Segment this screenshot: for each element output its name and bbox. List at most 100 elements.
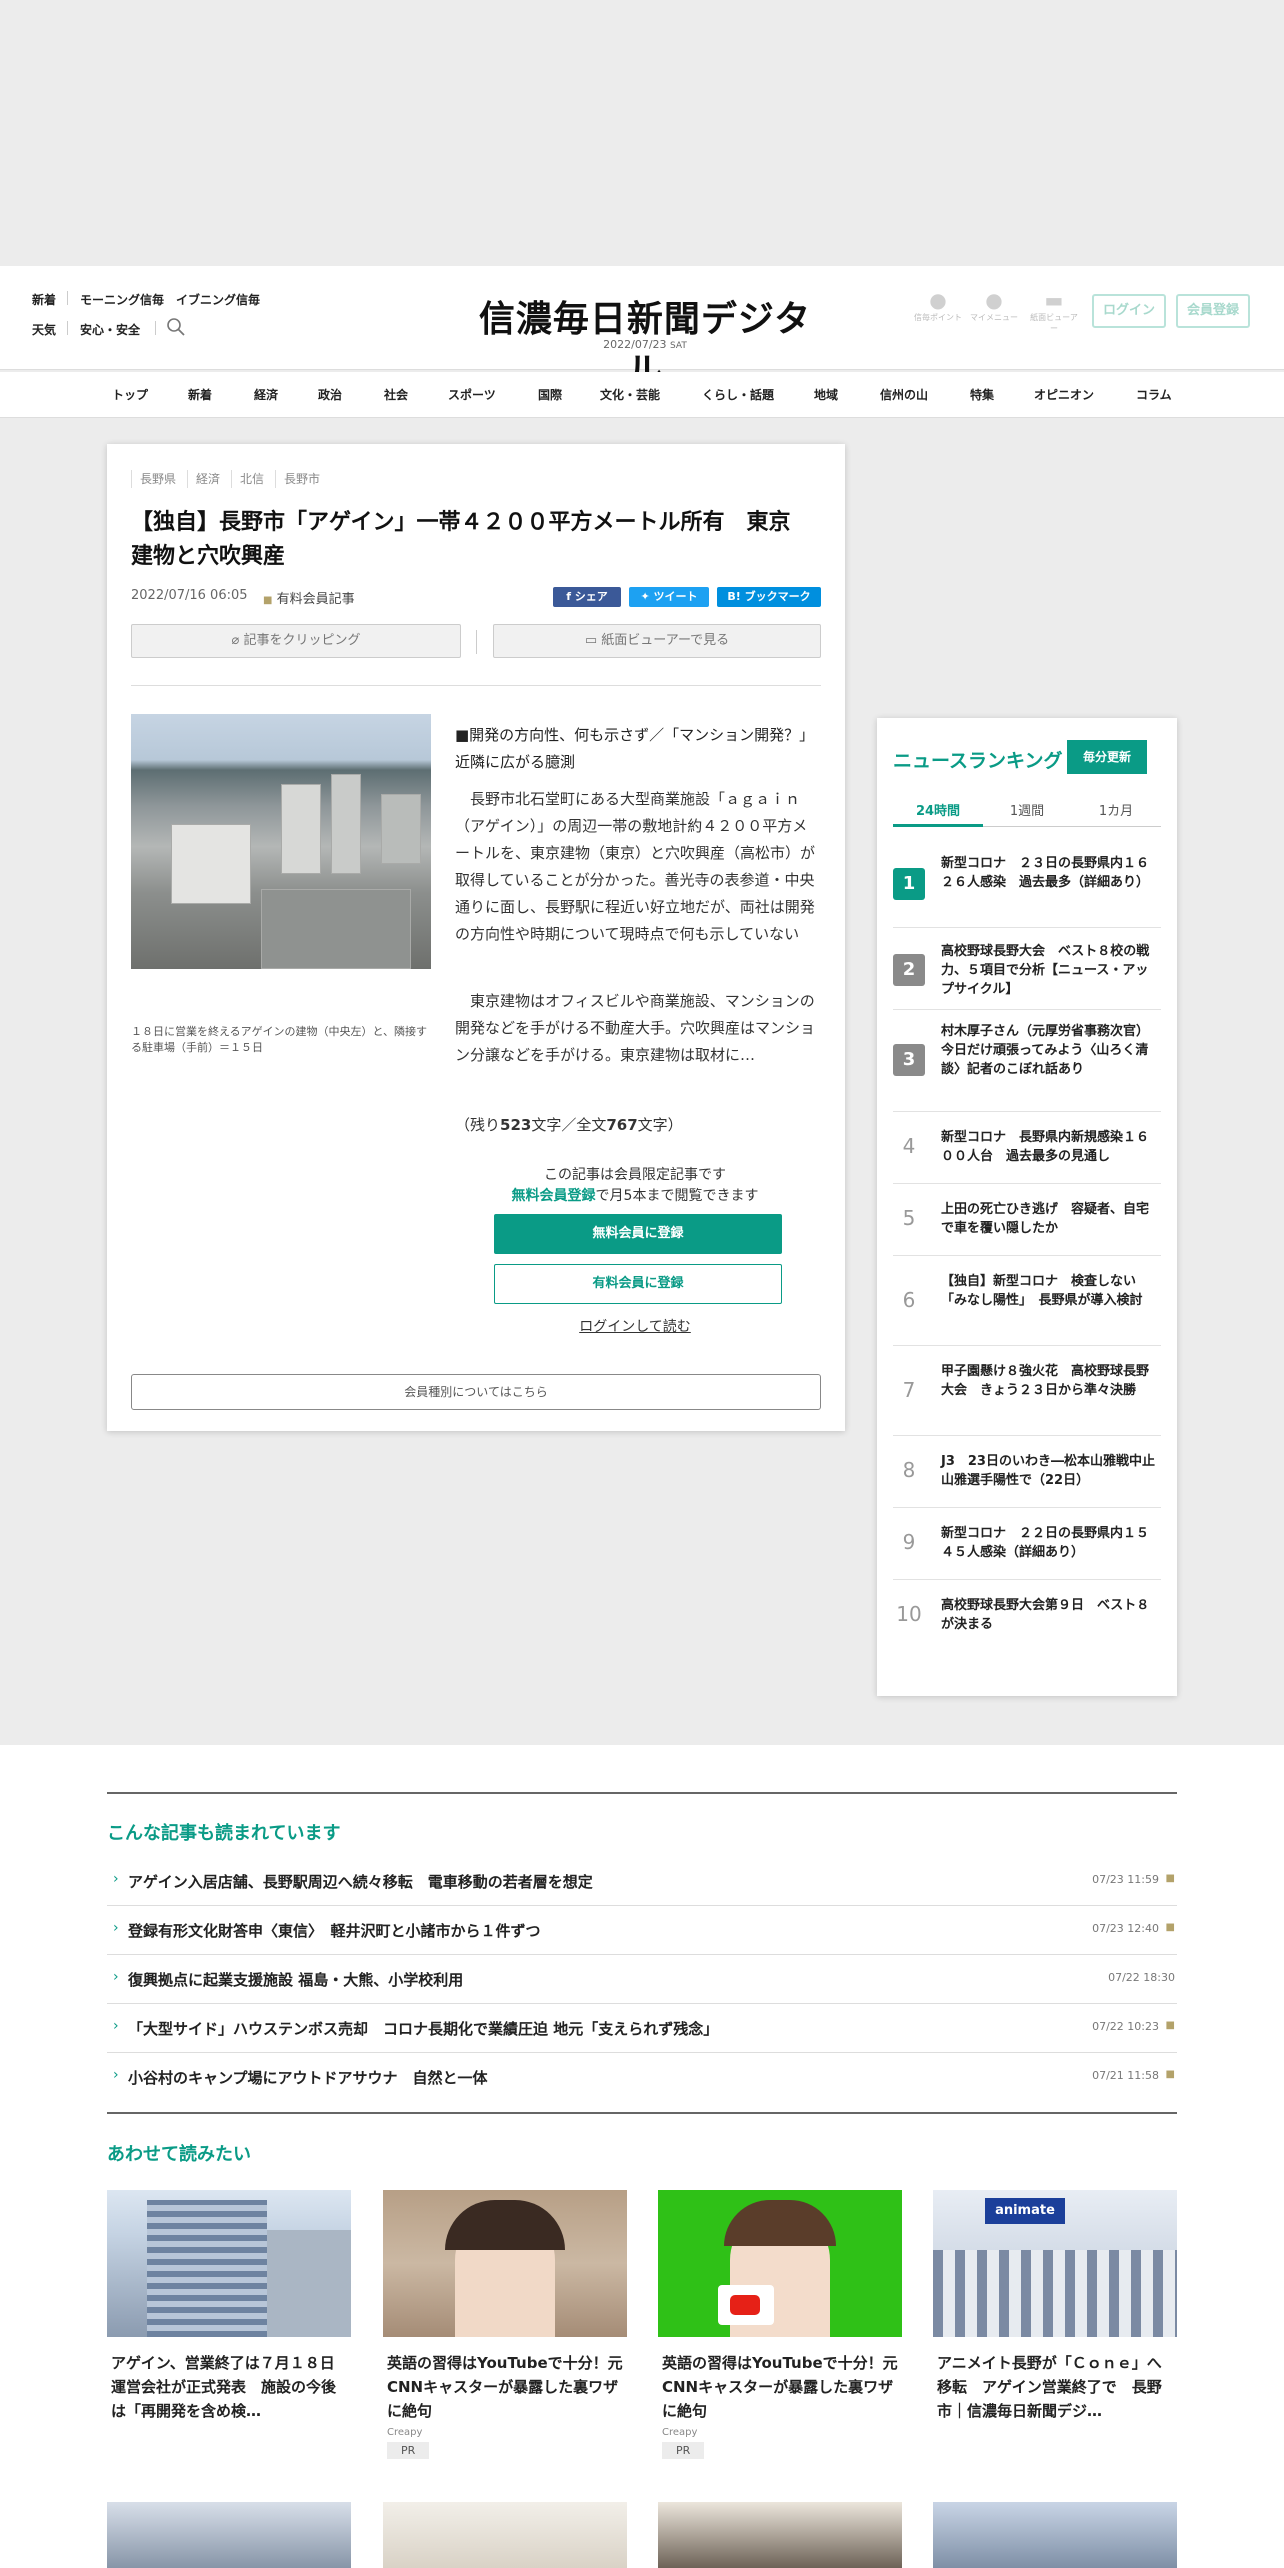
free-register-button[interactable]: 無料会員に登録	[494, 1214, 782, 1254]
ranking-headline[interactable]: J3 23日のいわき―松本山雅戦中止 山雅選手陽性で（22日）	[941, 1452, 1168, 1490]
card-image[interactable]	[658, 2190, 902, 2337]
nav-link-evening[interactable]: イブニング信毎	[176, 291, 260, 308]
recommend-card-ad[interactable]: 英語の習得はYouTubeで十分！元CNNキャスターが暴露した裏ワザに絶句 Cr…	[383, 2190, 627, 2459]
nav-link-latest[interactable]: 新着	[32, 291, 56, 308]
tag-economy[interactable]: 経済	[187, 470, 220, 488]
tag-nagano-pref[interactable]: 長野県	[131, 470, 176, 488]
card-headline[interactable]: 英語の習得はYouTubeで十分！元CNNキャスターが暴露した裏ワザに絶句	[383, 2351, 627, 2423]
ranking-headline[interactable]: 高校野球長野大会第９日 ベスト８が決まる	[941, 1596, 1155, 1634]
ranking-headline[interactable]: 高校野球長野大会 ベスト８校の戦力、５項目で分析【ニュース・アップサイクル】	[941, 942, 1155, 999]
also-read-item[interactable]: › 小谷村のキャンプ場にアウトドアサウナ 自然と一体 07/21 11:58 ■	[107, 2053, 1177, 2102]
ranking-headline[interactable]: 甲子園懸け８強火花 高校野球長野大会 きょう２３日から準々決勝	[941, 1362, 1155, 1400]
hatena-bookmark-button[interactable]: B! ブックマーク	[717, 587, 821, 607]
card-headline[interactable]: アニメイト長野が「Ｃｏｎｅ」へ移転 アゲイン営業終了で 長野市｜信濃毎日新聞デジ…	[933, 2351, 1177, 2423]
ranking-headline[interactable]: 村木厚子さん（元厚労省事務次官） 今日だけ頑張ってみよう〈山ろく清談〉記者のこぼ…	[941, 1022, 1156, 1079]
also-read-item[interactable]: › 登録有形文化財答申〈東信〉 軽井沢町と小諸市から１件ずつ 07/23 12:…	[107, 1906, 1177, 1955]
also-read-item[interactable]: › 「大型サイド」ハウステンボス売却 コロナ長期化で業績圧迫 地元「支えられず残…	[107, 2004, 1177, 2053]
card-image[interactable]: animate	[933, 2190, 1177, 2337]
divider	[107, 2112, 1177, 2114]
paper-viewer-button[interactable]: ▬ 紙面ビューアー	[1028, 288, 1080, 334]
nav-item-opinion[interactable]: オピニオン	[1034, 386, 1094, 403]
card-headline[interactable]: アゲイン、営業終了は７月１８日 運営会社が正式発表 施設の今後は「再開発を含め検…	[107, 2351, 351, 2423]
paper-viewer-link[interactable]: ▭ 紙面ビューアーで見る	[493, 624, 821, 658]
article-title: 【独自】長野市「アゲイン」一帯４２００平方メートル所有 東京建物と穴吹興産	[131, 510, 791, 569]
nav-link-morning[interactable]: モーニング信毎	[80, 291, 164, 308]
ranking-item[interactable]: 6 【独自】新型コロナ 検査しない「みなし陽性」 長野県が導入検討	[893, 1256, 1161, 1346]
nav-link-weather[interactable]: 天気	[32, 321, 56, 338]
ranking-headline[interactable]: 上田の死亡ひき逃げ 容疑者、自宅で車を覆い隠したか	[941, 1200, 1155, 1238]
tab-1week[interactable]: 1週間	[982, 800, 1072, 819]
ranking-item[interactable]: 10 高校野球長野大会第９日 ベスト８が決まる	[893, 1580, 1161, 1652]
also-read-item[interactable]: › アゲイン入居店舗、長野駅周辺へ続々移転 電車移動の若者層を想定 07/23 …	[107, 1857, 1177, 1906]
store-shelves	[933, 2250, 1177, 2337]
ranking-item[interactable]: 9 新型コロナ ２２日の長野県内１５４５人感染（詳細あり）	[893, 1508, 1161, 1580]
nav-item-top[interactable]: トップ	[112, 386, 148, 403]
tweet-button[interactable]: ✦ ツイート	[629, 587, 709, 607]
also-read-headline[interactable]: 「大型サイド」ハウステンボス売却 コロナ長期化で業績圧迫 地元「支えられず残念」	[128, 2018, 718, 2039]
login-to-read-link[interactable]: ログインして読む	[455, 1316, 815, 1336]
nav-item-features[interactable]: 特集	[970, 386, 994, 403]
divider	[476, 630, 477, 654]
ranking-item[interactable]: 2 高校野球長野大会 ベスト８校の戦力、５項目で分析【ニュース・アップサイクル】	[893, 928, 1161, 1010]
ranking-item[interactable]: 3 村木厚子さん（元厚労省事務次官） 今日だけ頑張ってみよう〈山ろく清談〉記者の…	[893, 1010, 1161, 1112]
also-read-headline[interactable]: 小谷村のキャンプ場にアウトドアサウナ 自然と一体	[128, 2067, 488, 2088]
search-icon[interactable]	[166, 317, 186, 337]
rank-number: 9	[902, 1530, 916, 1554]
lock-icon: ■	[1165, 1922, 1175, 1933]
card-image[interactable]	[658, 2502, 902, 2568]
nav-item-politics[interactable]: 政治	[318, 386, 342, 403]
ranking-headline[interactable]: 新型コロナ ２２日の長野県内１５４５人感染（詳細あり）	[941, 1524, 1155, 1562]
clip-article-button[interactable]: ⌀ 記事をクリッピング	[131, 624, 461, 658]
card-image[interactable]	[383, 2190, 627, 2337]
nav-item-international[interactable]: 国際	[538, 386, 562, 403]
ranking-item[interactable]: 1 新型コロナ ２３日の長野県内１６２６人感染 過去最多（詳細あり）	[893, 846, 1161, 928]
nav-item-latest[interactable]: 新着	[188, 386, 212, 403]
recommend-card[interactable]: アゲイン、営業終了は７月１８日 運営会社が正式発表 施設の今後は「再開発を含め検…	[107, 2190, 351, 2423]
card-image[interactable]	[107, 2190, 351, 2337]
points-button[interactable]: ● 信毎ポイント	[912, 288, 964, 323]
nav-item-column[interactable]: コラム	[1136, 386, 1172, 403]
also-read-headline[interactable]: 復興拠点に起業支援施設 福島・大熊、小学校利用	[128, 1969, 463, 1990]
article-photo[interactable]	[131, 714, 431, 969]
card-headline[interactable]: 英語の習得はYouTubeで十分！元CNNキャスターが暴露した裏ワザに絶句	[658, 2351, 902, 2423]
chevron-right-icon: ›	[113, 1969, 119, 1985]
nav-item-region[interactable]: 地域	[814, 386, 838, 403]
nav-item-sports[interactable]: スポーツ	[448, 386, 496, 403]
member-types-button[interactable]: 会員種別についてはこちら	[131, 1374, 821, 1410]
also-read-headline[interactable]: 登録有形文化財答申〈東信〉 軽井沢町と小諸市から１件ずつ	[128, 1920, 541, 1941]
tab-1month[interactable]: 1カ月	[1071, 800, 1161, 819]
also-read-item[interactable]: › 復興拠点に起業支援施設 福島・大熊、小学校利用 07/22 18:30	[107, 1955, 1177, 2004]
coin-icon: ●	[929, 288, 947, 312]
tag-hokushin[interactable]: 北信	[231, 470, 264, 488]
nav-item-life[interactable]: くらし・話題	[702, 386, 774, 403]
also-read-headline[interactable]: アゲイン入居店舗、長野駅周辺へ続々移転 電車移動の若者層を想定	[128, 1871, 593, 1892]
ranking-headline[interactable]: 【独自】新型コロナ 検査しない「みなし陽性」 長野県が導入検討	[941, 1272, 1155, 1310]
nav-item-economy[interactable]: 経済	[254, 386, 278, 403]
free-registration-link[interactable]: 無料会員登録	[512, 1188, 596, 1204]
ranking-headline[interactable]: 新型コロナ 長野県内新規感染１６００人台 過去最多の見通し	[941, 1128, 1155, 1166]
tab-24h[interactable]: 24時間	[893, 800, 983, 819]
ranking-headline[interactable]: 新型コロナ ２３日の長野県内１６２６人感染 過去最多（詳細あり）	[941, 854, 1155, 892]
login-button[interactable]: ログイン	[1092, 294, 1166, 328]
ranking-item[interactable]: 8 J3 23日のいわき―松本山雅戦中止 山雅選手陽性で（22日）	[893, 1436, 1168, 1508]
nav-link-safety[interactable]: 安心・安全	[80, 321, 140, 338]
recommend-card-ad[interactable]: 英語の習得はYouTubeで十分！元CNNキャスターが暴露した裏ワザに絶句 Cr…	[658, 2190, 902, 2459]
ranking-item[interactable]: 7 甲子園懸け８強火花 高校野球長野大会 きょう２３日から準々決勝	[893, 1346, 1161, 1436]
facebook-share-button[interactable]: f シェア	[553, 587, 621, 607]
my-menu-button[interactable]: ● マイメニュー	[968, 288, 1020, 323]
active-tab-indicator	[893, 824, 983, 827]
ranking-item[interactable]: 5 上田の死亡ひき逃げ 容疑者、自宅で車を覆い隠したか	[893, 1184, 1161, 1256]
recommend-card[interactable]: animate アニメイト長野が「Ｃｏｎｅ」へ移転 アゲイン営業終了で 長野市｜…	[933, 2190, 1177, 2423]
card-image[interactable]	[383, 2502, 627, 2568]
nav-item-mountains[interactable]: 信州の山	[880, 386, 928, 403]
nav-item-society[interactable]: 社会	[384, 386, 408, 403]
register-button[interactable]: 会員登録	[1176, 294, 1250, 328]
paid-register-button[interactable]: 有料会員に登録	[494, 1264, 782, 1304]
ranking-item[interactable]: 4 新型コロナ 長野県内新規感染１６００人台 過去最多の見通し	[893, 1112, 1161, 1184]
nav-item-culture[interactable]: 文化・芸能	[600, 386, 660, 403]
card-image[interactable]	[107, 2502, 351, 2568]
tag-nagano-city[interactable]: 長野市	[275, 470, 320, 488]
rank-number: 5	[902, 1206, 916, 1230]
card-image[interactable]	[933, 2502, 1177, 2568]
building-shape	[267, 2230, 351, 2337]
